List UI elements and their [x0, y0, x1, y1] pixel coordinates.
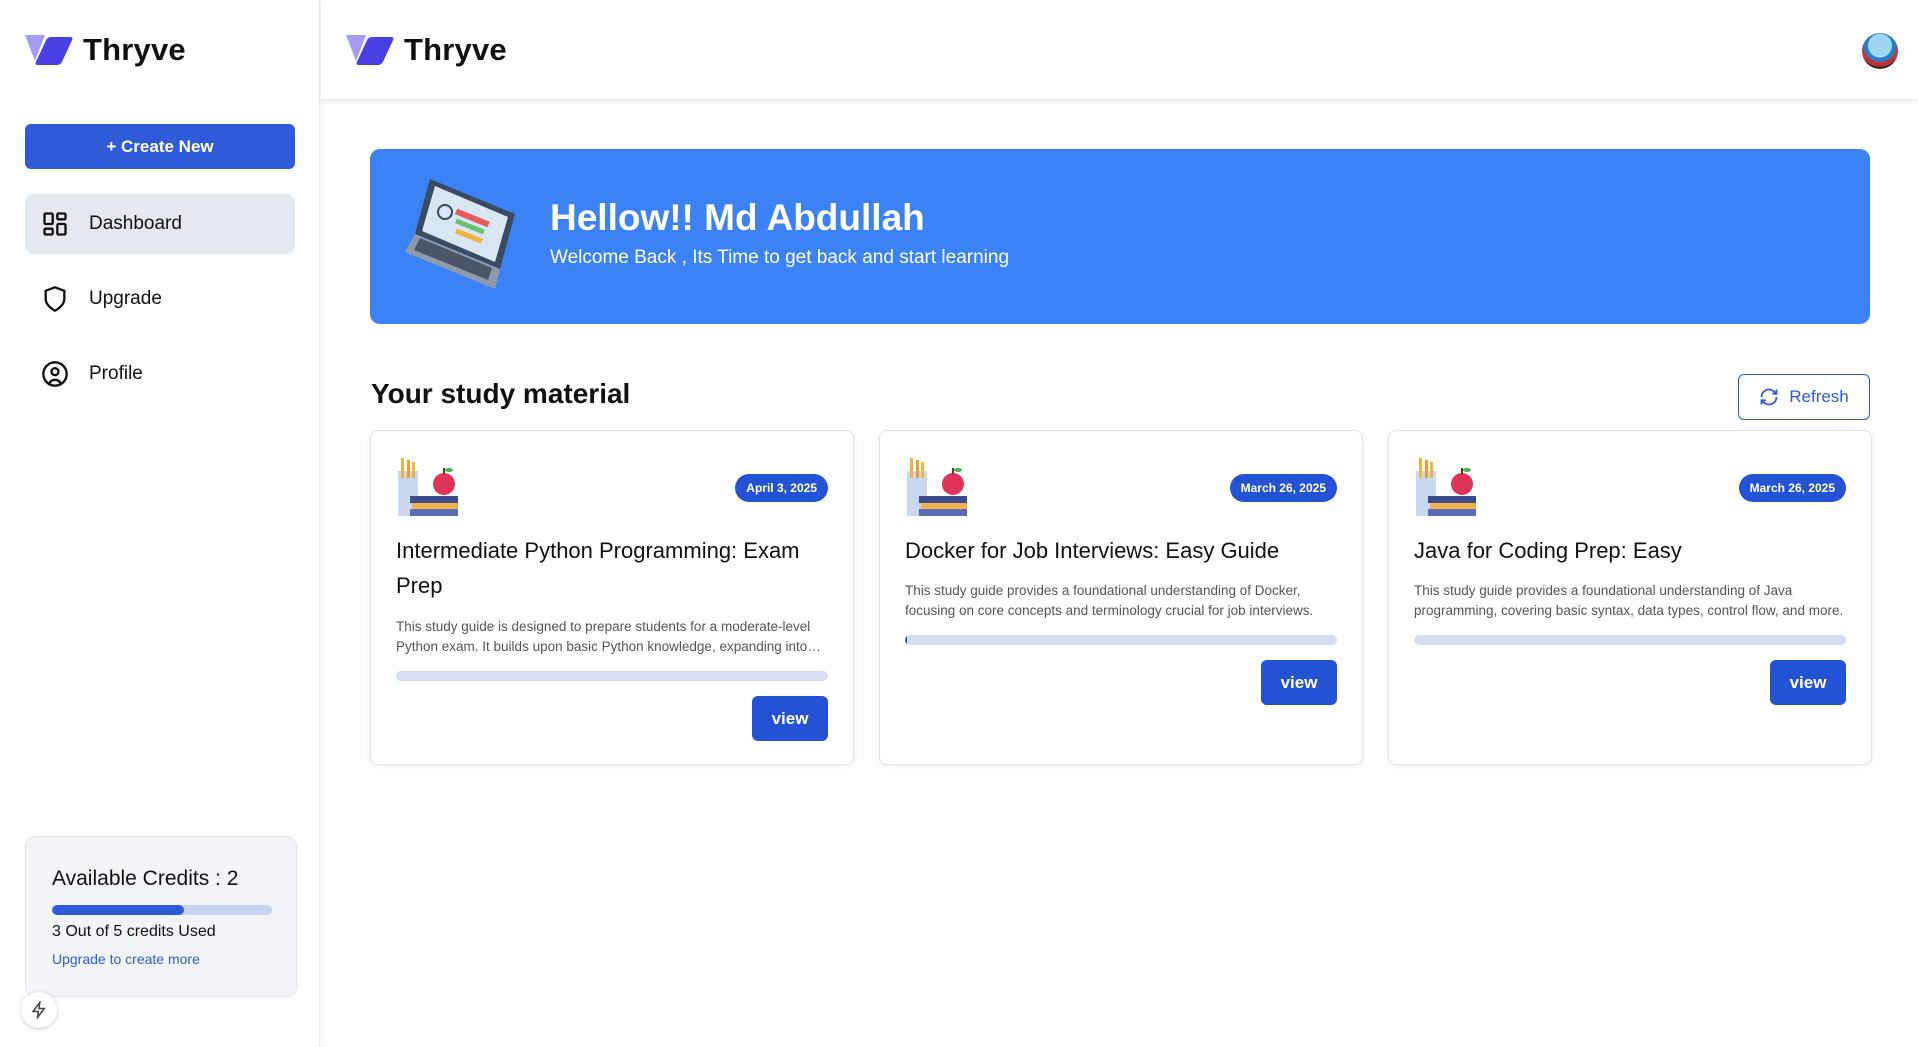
- sidebar: Thryve + Create New Dashboard Upgrade Pr…: [0, 0, 320, 1047]
- credits-progress-bar: [52, 905, 272, 915]
- books-apple-icon: [398, 458, 458, 516]
- card-title: Java for Coding Prep: Easy: [1414, 538, 1682, 563]
- date-badge: April 3, 2025: [735, 474, 828, 502]
- logo-text: Thryve: [83, 32, 186, 67]
- upgrade-link[interactable]: Upgrade to create more: [52, 951, 270, 967]
- credits-used-text: 3 Out of 5 credits Used: [52, 923, 216, 940]
- view-button[interactable]: view: [1261, 660, 1337, 705]
- study-card: April 3, 2025 Intermediate Python Progra…: [370, 430, 854, 765]
- welcome-banner: Hellow!! Md Abdullah Welcome Back , Its …: [370, 149, 1870, 324]
- study-card: March 26, 2025 Docker for Job Interviews…: [879, 430, 1363, 765]
- view-button[interactable]: view: [752, 696, 828, 741]
- refresh-button[interactable]: Refresh: [1738, 374, 1870, 420]
- logo-icon: [25, 35, 74, 65]
- credits-panel: Available Credits : 2 3 Out of 5 credits…: [25, 836, 297, 997]
- card-progress-bar: [396, 671, 828, 681]
- books-apple-icon: [1416, 458, 1476, 516]
- bolt-icon: [31, 1001, 46, 1019]
- view-button[interactable]: view: [1770, 660, 1846, 705]
- study-card: March 26, 2025 Java for Coding Prep: Eas…: [1388, 430, 1872, 765]
- credits-progress-fill: [52, 905, 184, 915]
- sidebar-item-label: Dashboard: [89, 213, 182, 234]
- sidebar-item-profile[interactable]: Profile: [25, 344, 295, 404]
- logo-text: Thryve: [404, 32, 507, 67]
- top-header: Thryve: [321, 0, 1918, 99]
- books-apple-icon: [907, 458, 967, 516]
- card-title: Intermediate Python Programming: Exam Pr…: [396, 538, 800, 598]
- refresh-icon: [1760, 388, 1778, 406]
- dashboard-icon: [43, 212, 67, 236]
- avatar[interactable]: [1862, 33, 1898, 69]
- sidebar-item-upgrade[interactable]: Upgrade: [25, 269, 295, 329]
- sidebar-item-label: Upgrade: [89, 288, 162, 309]
- banner-subtitle: Welcome Back , Its Time to get back and …: [550, 247, 1010, 268]
- laptop-illustration-icon: [405, 179, 515, 289]
- shield-icon: [44, 286, 66, 312]
- card-description: This study guide is designed to prepare …: [396, 619, 811, 654]
- user-circle-icon: [42, 361, 68, 387]
- credits-title: Available Credits : 2: [52, 867, 239, 890]
- bolt-button[interactable]: [21, 992, 57, 1028]
- section-title: Your study material: [371, 378, 631, 409]
- card-progress-bar: [905, 635, 1337, 645]
- sidebar-logo[interactable]: Thryve: [25, 32, 186, 68]
- banner-title: Hellow!! Md Abdullah: [550, 197, 925, 238]
- card-title: Docker for Job Interviews: Easy Guide: [905, 538, 1280, 563]
- date-badge: March 26, 2025: [1229, 474, 1337, 502]
- card-progress-bar: [1414, 635, 1846, 645]
- create-new-button[interactable]: + Create New: [25, 124, 295, 169]
- card-progress-fill: [905, 635, 908, 645]
- sidebar-item-label: Profile: [89, 363, 143, 384]
- date-badge: March 26, 2025: [1738, 474, 1846, 502]
- sidebar-item-dashboard[interactable]: Dashboard: [25, 194, 295, 254]
- refresh-label: Refresh: [1789, 387, 1849, 406]
- header-logo[interactable]: Thryve: [346, 32, 507, 68]
- card-description: This study guide provides a foundational…: [1414, 583, 1844, 618]
- card-description: This study guide provides a foundational…: [905, 583, 1314, 618]
- logo-icon: [346, 35, 395, 65]
